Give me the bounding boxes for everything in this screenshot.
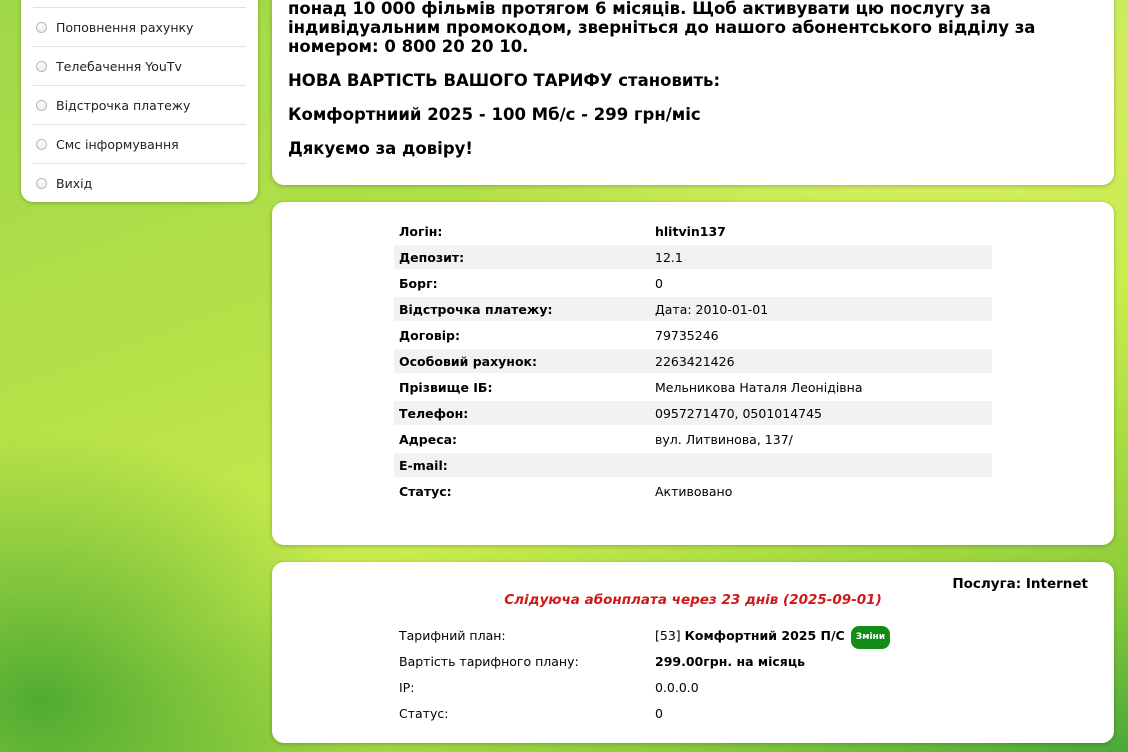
table-row: Логін: hlitvin137 — [394, 219, 992, 243]
radio-bullet-icon — [36, 21, 47, 33]
row-key: E-mail: — [394, 453, 650, 477]
tariff-id: [53] — [655, 628, 681, 643]
row-key: Договір: — [399, 327, 460, 343]
row-value — [650, 453, 992, 477]
menu-item-payment-deferral[interactable]: Відстрочка платежу — [33, 85, 246, 124]
sidebar-menu: Поповнення рахунку Телебачення YouTv Від… — [21, 0, 258, 202]
table-row: E-mail: — [394, 453, 992, 477]
row-value: 79735246 — [655, 327, 719, 343]
tariff-price-value: 299.00грн. на місяць — [655, 654, 805, 669]
table-row: Депозит: 12.1 — [394, 245, 992, 269]
notice-content: телевізійного сервісу YOUTV, що включає … — [272, 0, 1114, 158]
account-info-panel: Логін: hlitvin137 Депозит: 12.1 Борг: 0 Від… — [272, 202, 1114, 545]
notice-panel: телевізійного сервісу YOUTV, що включає … — [272, 0, 1114, 185]
service-label: Послуга: Internet — [952, 576, 1088, 592]
table-row: Відстрочка платежу: Дата: 2010-01-01 — [394, 297, 992, 321]
menu-item-sms-notifications[interactable]: Смс інформування — [33, 124, 246, 163]
radio-bullet-icon — [36, 99, 47, 111]
notice-thanks: Дякуємо за довіру! — [288, 139, 473, 158]
row-key: Депозит: — [394, 245, 650, 269]
row-value: Мельникова Наталя Леонідівна — [655, 379, 863, 395]
row-key: Прізвище ІБ: — [399, 379, 493, 395]
service-panel: Послуга: Internet Слідуюча абонплата чер… — [272, 562, 1114, 743]
row-key: Адреса: — [399, 431, 458, 447]
row-value: вул. Литвинова, 137/ — [655, 431, 793, 447]
row-value: Дата: 2010-01-01 — [650, 297, 992, 321]
ip-value: 0.0.0.0 — [655, 680, 699, 695]
menu-item-label: Поповнення рахунку — [56, 19, 194, 35]
menu-item-logout[interactable]: Вихід — [33, 163, 246, 202]
radio-bullet-icon — [36, 177, 47, 189]
row-value: Активовано — [655, 483, 733, 499]
row-value: 0 — [655, 275, 663, 291]
menu-item-label: Відстрочка платежу — [56, 97, 191, 113]
table-row: Прізвище ІБ: Мельникова Наталя Леонідівна — [394, 375, 992, 399]
table-row: Статус: Активовано — [394, 479, 992, 503]
radio-bullet-icon — [36, 138, 47, 150]
tariff-plan-key: Тарифний план: — [399, 628, 506, 643]
ip-row: IP: 0.0.0.0 — [399, 678, 699, 698]
tariff-plan-value: [53] Комфортний 2025 П/С Зміни — [655, 626, 891, 649]
row-key: Відстрочка платежу: — [394, 297, 650, 321]
tariff-price-key: Вартість тарифного плану: — [399, 654, 579, 669]
menu-item-label: Телебачення YouTv — [56, 58, 182, 74]
menu-item-youtv[interactable]: Телебачення YouTv — [33, 46, 246, 85]
row-value: 2263421426 — [650, 349, 992, 373]
ip-key: IP: — [399, 680, 415, 695]
notice-new-price-heading: НОВА ВАРТІСТЬ ВАШОГО ТАРИФУ становить: — [288, 71, 721, 90]
menu-list: Поповнення рахунку Телебачення YouTv Від… — [21, 0, 258, 202]
menu-item-top-up[interactable]: Поповнення рахунку — [33, 7, 246, 46]
radio-bullet-icon — [36, 60, 47, 72]
tariff-name: Комфортний 2025 П/С — [684, 628, 845, 643]
row-key: Логін: — [399, 223, 443, 239]
table-row: Особовий рахунок: 2263421426 — [394, 349, 992, 373]
table-row: Борг: 0 — [394, 271, 992, 295]
next-payment-notice: Слідуюча абонплата через 23 днів (2025-0… — [504, 592, 882, 608]
notice-paragraph: телевізійного сервісу YOUTV, що включає … — [288, 0, 1036, 56]
row-key: Статус: — [399, 483, 452, 499]
row-key: Особовий рахунок: — [394, 349, 650, 373]
tariff-price-value-wrap: 299.00грн. на місяць — [655, 654, 805, 669]
row-value: 12.1 — [650, 245, 992, 269]
menu-item-label: Смс інформування — [56, 136, 179, 152]
service-status-value: 0 — [655, 706, 663, 721]
service-status-row: Статус: 0 — [399, 704, 663, 724]
account-info-table: Логін: hlitvin137 Депозит: 12.1 Борг: 0 Від… — [394, 217, 992, 505]
menu-item-label: Вихід — [56, 175, 93, 191]
row-value: hlitvin137 — [655, 223, 726, 239]
table-row: Телефон: 0957271470, 0501014745 — [394, 401, 992, 425]
change-tariff-button[interactable]: Зміни — [850, 626, 891, 649]
service-status-key: Статус: — [399, 706, 449, 721]
tariff-price-row: Вартість тарифного плану: 299.00грн. на м… — [399, 652, 805, 672]
row-key: Борг: — [399, 275, 438, 291]
tariff-plan-row: Тарифний план: [53] Комфортний 2025 П/С З… — [399, 626, 891, 649]
row-key: Телефон: — [394, 401, 650, 425]
notice-tariff-line: Комфортниий 2025 - 100 Мб/с - 299 грн/мі… — [288, 105, 701, 124]
table-row: Адреса: вул. Литвинова, 137/ — [394, 427, 992, 451]
row-value: 0957271470, 0501014745 — [650, 401, 992, 425]
table-row: Договір: 79735246 — [394, 323, 992, 347]
